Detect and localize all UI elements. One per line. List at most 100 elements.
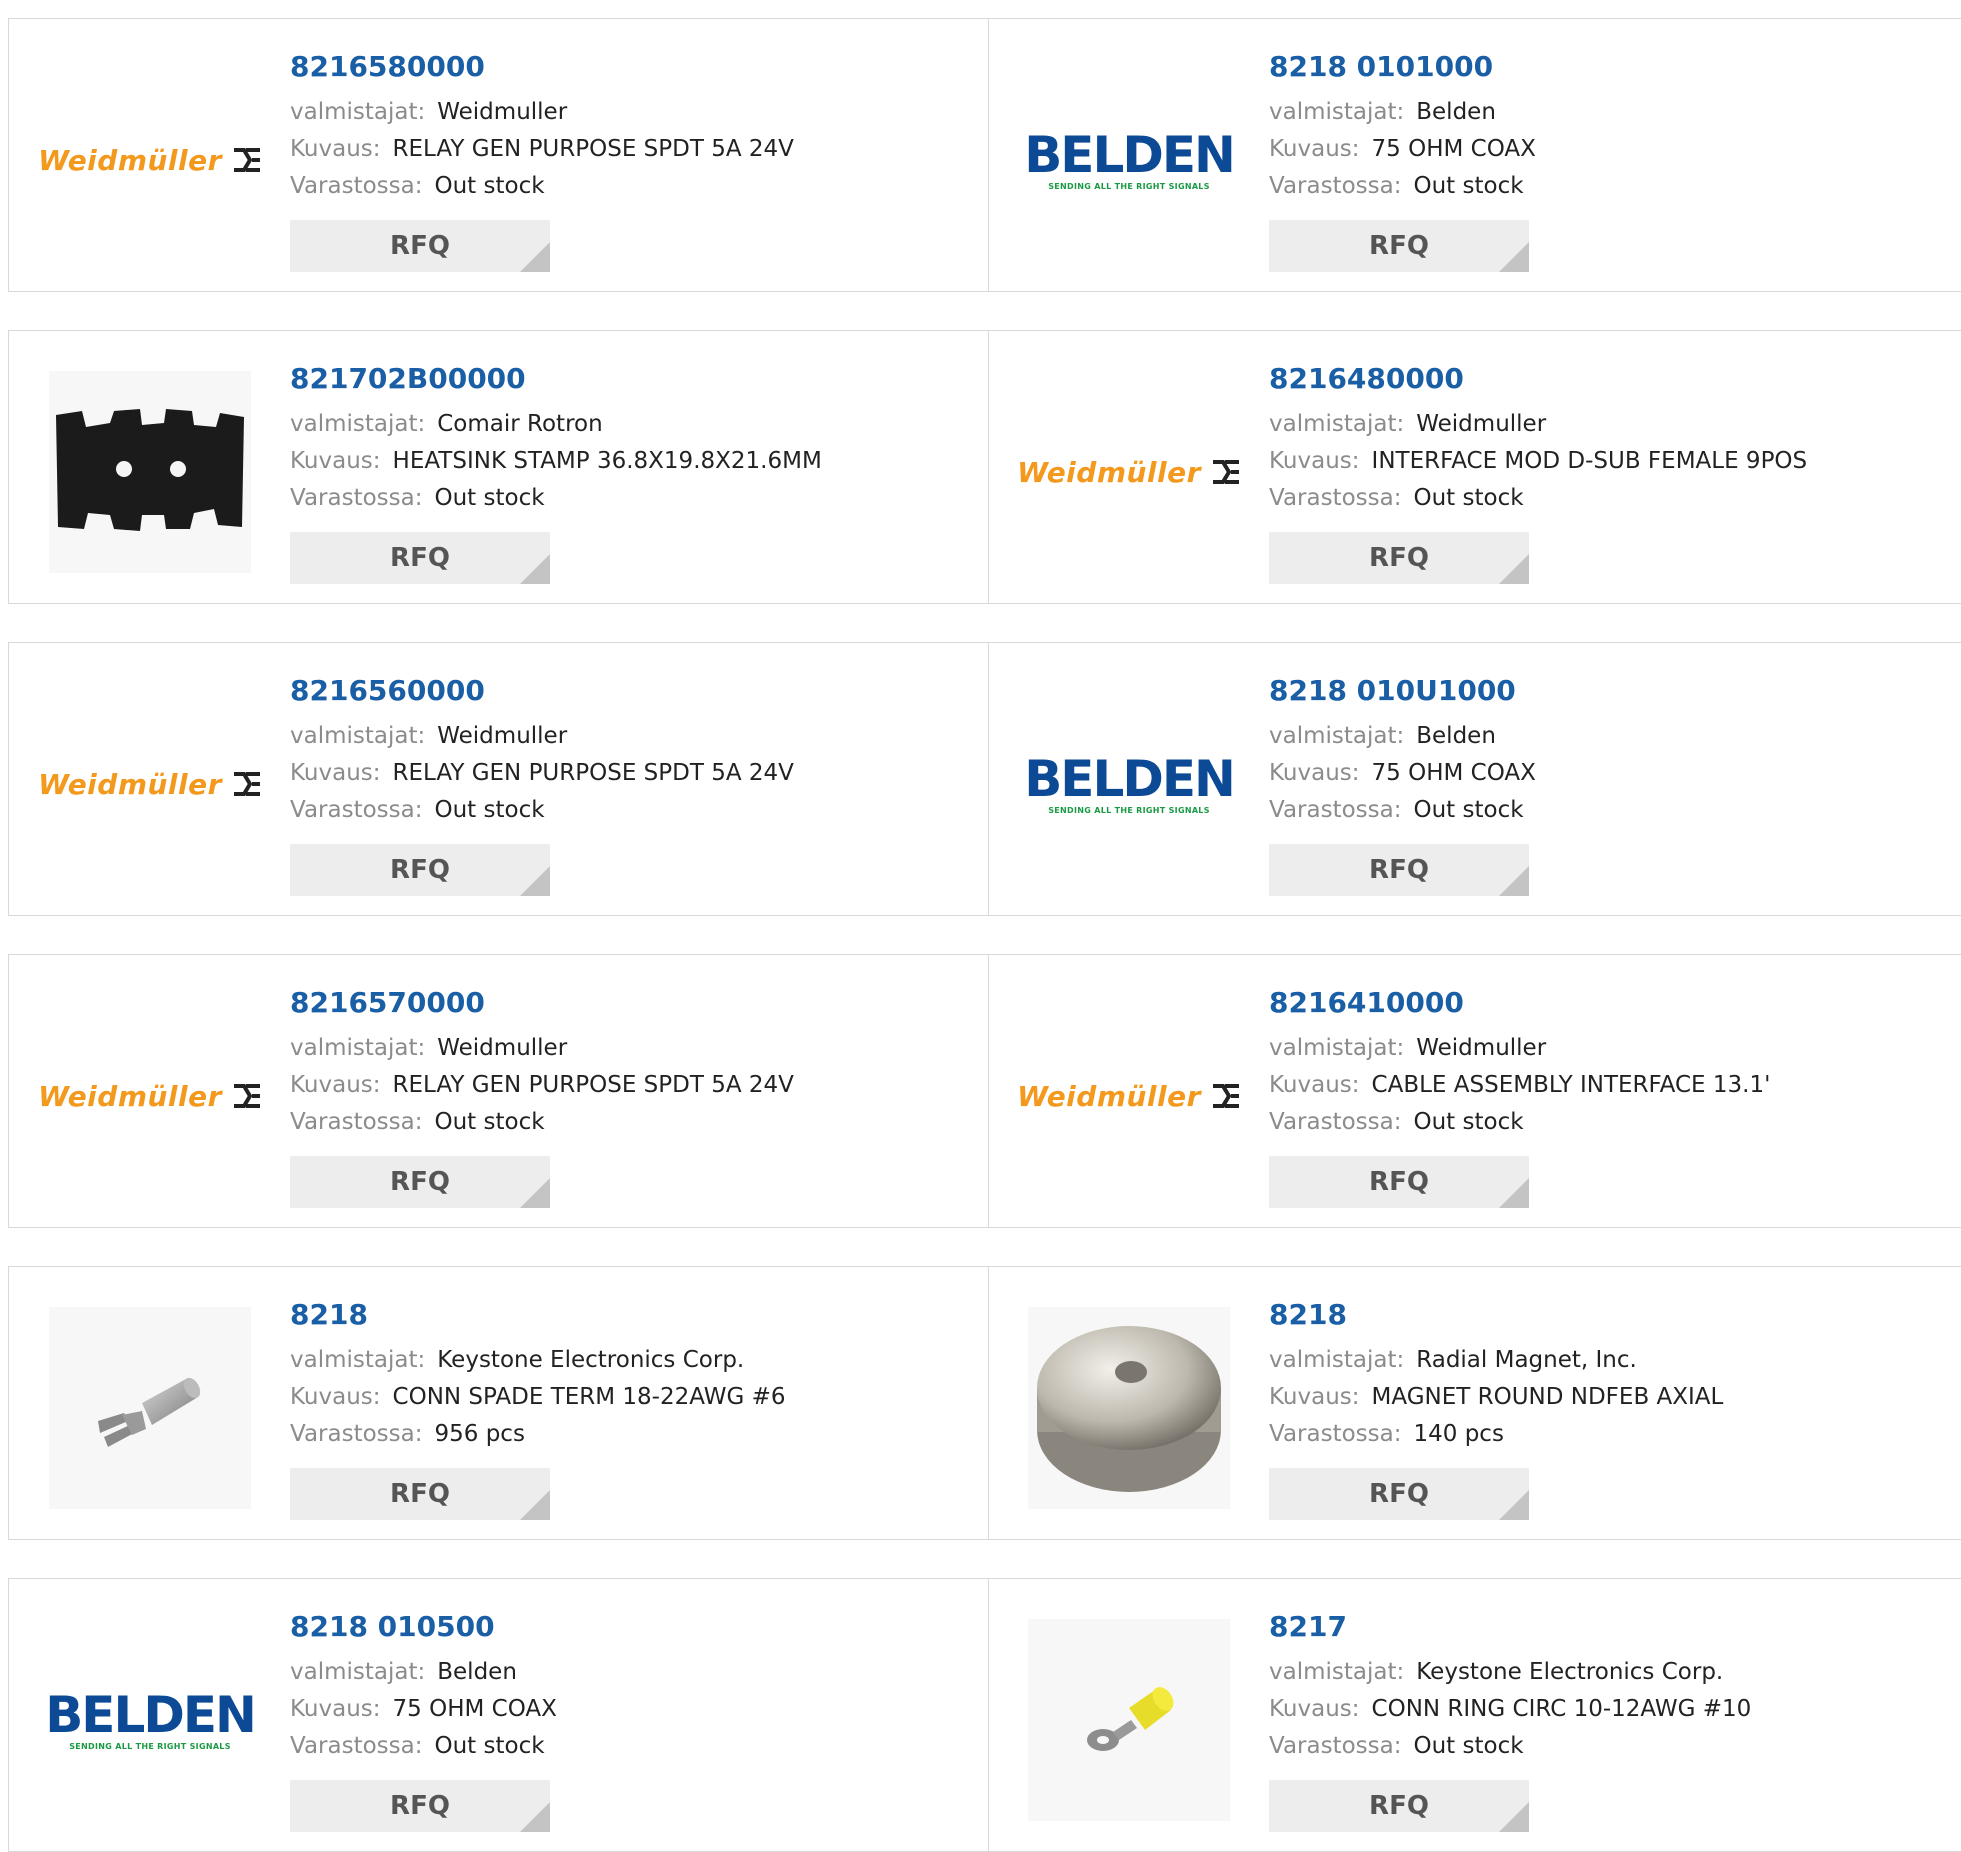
rfq-button[interactable]: RFQ [1269, 1156, 1529, 1208]
manufacturer-label: valmistajat: [1269, 1347, 1405, 1373]
rfq-label: RFQ [390, 543, 450, 573]
manufacturer-line: valmistajat: Weidmuller [1269, 1030, 1961, 1067]
belden-logo: BELDEN SENDING ALL THE RIGHT SIGNALS [45, 1685, 257, 1751]
rfq-button[interactable]: RFQ [1269, 532, 1529, 584]
manufacturer-line: valmistajat: Belden [290, 1654, 988, 1691]
rfq-button[interactable]: RFQ [290, 220, 550, 272]
manufacturer-value: Weidmuller [1416, 1035, 1547, 1061]
part-number-link[interactable]: 8218 010500 [290, 1609, 988, 1645]
description-label: Kuvaus: [1269, 1384, 1360, 1410]
part-number-link[interactable]: 8216560000 [290, 673, 988, 709]
stock-label: Varastossa: [290, 485, 423, 511]
stock-value: Out stock [434, 1733, 545, 1759]
rfq-button[interactable]: RFQ [290, 1156, 550, 1208]
stock-line: Varastossa: Out stock [290, 168, 988, 205]
rfq-button[interactable]: RFQ [1269, 1468, 1529, 1520]
product-card: Weidmüller 8216480000 valmistajat: Weidmull… [988, 331, 1961, 603]
corner-triangle-icon [520, 866, 550, 896]
product-card: 8218 valmistajat: Radial Magnet, Inc. Kuvau… [988, 1267, 1961, 1539]
manufacturer-label: valmistajat: [290, 1347, 426, 1373]
product-thumbnail[interactable]: BELDEN SENDING ALL THE RIGHT SIGNALS [1024, 683, 1236, 885]
heatsink-image [56, 409, 244, 531]
rfq-button[interactable]: RFQ [290, 1468, 550, 1520]
manufacturer-line: valmistajat: Weidmuller [1269, 406, 1961, 443]
rfq-button[interactable]: RFQ [1269, 220, 1529, 272]
corner-triangle-icon [1499, 1802, 1529, 1832]
part-number-link[interactable]: 8217 [1269, 1609, 1961, 1645]
product-thumbnail[interactable]: Weidmüller [1017, 995, 1239, 1197]
rfq-button[interactable]: RFQ [1269, 844, 1529, 896]
product-card: 8218 valmistajat: Keystone Electronics Cor… [9, 1267, 989, 1539]
magnet-image [1037, 1326, 1221, 1492]
product-thumbnail[interactable] [1028, 1307, 1230, 1509]
rfq-label: RFQ [390, 1167, 450, 1197]
stock-label: Varastossa: [290, 1421, 423, 1447]
stock-line: Varastossa: Out stock [1269, 480, 1961, 517]
product-row: 8218 valmistajat: Keystone Electronics Cor… [8, 1266, 1961, 1540]
corner-triangle-icon [1499, 1178, 1529, 1208]
description-label: Kuvaus: [1269, 1072, 1360, 1098]
manufacturer-line: valmistajat: Belden [1269, 718, 1961, 755]
stock-value: 140 pcs [1413, 1421, 1504, 1447]
product-thumbnail[interactable]: Weidmüller [38, 683, 260, 885]
corner-triangle-icon [520, 1178, 550, 1208]
manufacturer-label: valmistajat: [290, 723, 426, 749]
corner-triangle-icon [1499, 242, 1529, 272]
description-value: CONN RING CIRC 10-12AWG #10 [1371, 1696, 1752, 1722]
description-label: Kuvaus: [290, 448, 381, 474]
stock-line: Varastossa: Out stock [1269, 1104, 1961, 1141]
manufacturer-label: valmistajat: [290, 411, 426, 437]
stock-line: Varastossa: 956 pcs [290, 1416, 988, 1453]
part-number-link[interactable]: 8216570000 [290, 985, 988, 1021]
description-line: Kuvaus: 75 OHM COAX [1269, 755, 1961, 792]
product-thumbnail[interactable] [49, 1307, 251, 1509]
product-card: Weidmüller 8216580000 valmistajat: Weidmull… [9, 19, 989, 291]
product-row: 821702B00000 valmistajat: Comair Rotron Kuv… [8, 330, 1961, 604]
description-line: Kuvaus: INTERFACE MOD D-SUB FEMALE 9POS [1269, 443, 1961, 480]
part-number-link[interactable]: 8218 [290, 1297, 988, 1333]
stock-line: Varastossa: Out stock [290, 792, 988, 829]
stock-line: Varastossa: Out stock [290, 480, 988, 517]
rfq-button[interactable]: RFQ [1269, 1780, 1529, 1832]
corner-triangle-icon [520, 554, 550, 584]
product-row: BELDEN SENDING ALL THE RIGHT SIGNALS 8218 … [8, 1578, 1961, 1852]
description-line: Kuvaus: RELAY GEN PURPOSE SPDT 5A 24V [290, 1067, 988, 1104]
manufacturer-value: Weidmuller [437, 723, 568, 749]
part-number-link[interactable]: 8216480000 [1269, 361, 1961, 397]
rfq-button[interactable]: RFQ [290, 1780, 550, 1832]
product-thumbnail[interactable] [49, 371, 251, 573]
manufacturer-line: valmistajat: Comair Rotron [290, 406, 988, 443]
part-number-link[interactable]: 8218 0101000 [1269, 49, 1961, 85]
product-thumbnail[interactable]: Weidmüller [38, 59, 260, 261]
description-label: Kuvaus: [290, 1384, 381, 1410]
manufacturer-line: valmistajat: Keystone Electronics Corp. [290, 1342, 988, 1379]
product-thumbnail[interactable]: BELDEN SENDING ALL THE RIGHT SIGNALS [1024, 59, 1236, 261]
description-line: Kuvaus: CABLE ASSEMBLY INTERFACE 13.1' [1269, 1067, 1961, 1104]
part-number-link[interactable]: 8218 010U1000 [1269, 673, 1961, 709]
part-number-link[interactable]: 8216580000 [290, 49, 988, 85]
rfq-button[interactable]: RFQ [290, 532, 550, 584]
rfq-label: RFQ [390, 855, 450, 885]
manufacturer-value: Weidmuller [1416, 411, 1547, 437]
description-label: Kuvaus: [1269, 448, 1360, 474]
description-line: Kuvaus: CONN RING CIRC 10-12AWG #10 [1269, 1691, 1961, 1728]
part-number-link[interactable]: 8218 [1269, 1297, 1961, 1333]
description-label: Kuvaus: [290, 1696, 381, 1722]
part-number-link[interactable]: 821702B00000 [290, 361, 988, 397]
manufacturer-value: Keystone Electronics Corp. [437, 1347, 745, 1373]
manufacturer-label: valmistajat: [290, 99, 426, 125]
description-line: Kuvaus: MAGNET ROUND NDFEB AXIAL [1269, 1379, 1961, 1416]
product-thumbnail[interactable]: Weidmüller [1017, 371, 1239, 573]
manufacturer-label: valmistajat: [1269, 1035, 1405, 1061]
weidmuller-logo: Weidmüller [1017, 1080, 1241, 1113]
description-label: Kuvaus: [290, 1072, 381, 1098]
part-number-link[interactable]: 8216410000 [1269, 985, 1961, 1021]
stock-line: Varastossa: Out stock [290, 1728, 988, 1765]
manufacturer-value: Belden [1416, 723, 1496, 749]
corner-triangle-icon [1499, 866, 1529, 896]
rfq-button[interactable]: RFQ [290, 844, 550, 896]
product-thumbnail[interactable] [1028, 1619, 1230, 1821]
product-thumbnail[interactable]: Weidmüller [38, 995, 260, 1197]
manufacturer-line: valmistajat: Belden [1269, 94, 1961, 131]
product-thumbnail[interactable]: BELDEN SENDING ALL THE RIGHT SIGNALS [45, 1619, 257, 1821]
